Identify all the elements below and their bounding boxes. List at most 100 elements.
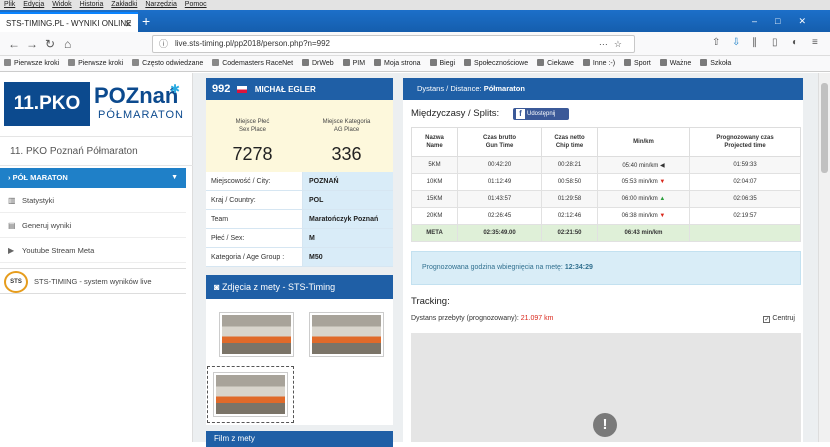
sidebar-item-youtube[interactable]: ▶ Youtube Stream Meta: [0, 239, 186, 263]
finish-row: META 02:35:49.00 02:21:50 06:43 min/km: [411, 224, 801, 242]
bookmark-item[interactable]: Często odwiedzane: [132, 56, 206, 71]
folder-icon: [700, 59, 708, 66]
menu-historia[interactable]: Historia: [80, 1, 104, 8]
splits-header-row: Nazwa Name Czas brutto Gun Time Czas netto…: [411, 127, 801, 157]
browser-tab[interactable]: STS-TIMING.PL - WYNIKI ONLINE ✕: [0, 12, 138, 32]
sidebar: 11.PKO POZnań ✱ PÓŁMARATON 11. PKO Pozna…: [0, 73, 193, 442]
bookmark-star-icon[interactable]: ⋯☆: [599, 36, 628, 52]
bib-number: 992: [212, 83, 231, 95]
tracking-title: Tracking:: [411, 296, 450, 307]
folder-icon: [624, 59, 632, 66]
predicted-finish-label: Prognozowana godzina wbiegnięcia na metę…: [422, 264, 563, 271]
col-name: Nazwa Name: [411, 127, 458, 157]
home-icon[interactable]: ⌂: [64, 36, 71, 52]
event-title: 11. PKO Poznań Półmaraton: [0, 136, 193, 166]
folder-icon: [373, 59, 381, 66]
bookmark-folder[interactable]: Społecznościowe: [464, 56, 531, 71]
menu-zakladki[interactable]: Zakładki: [111, 1, 137, 8]
scrollbar-thumb[interactable]: [821, 83, 828, 173]
menu-edycja[interactable]: Edycja: [23, 1, 44, 8]
url-bar[interactable]: ⓘ live.sts-timing.pl/pp2018/person.php?n…: [152, 35, 635, 53]
distance-run-value: 21.097 km: [520, 315, 554, 322]
sidebar-item-polmaraton[interactable]: › PÓŁ MARATON ▼: [0, 168, 186, 188]
category-place: Miejsce Kategoria AG Place 336: [300, 100, 393, 172]
bookmark-folder[interactable]: Szkoła: [700, 56, 734, 71]
reload-icon[interactable]: ↻: [45, 36, 55, 52]
facebook-share-button[interactable]: f Udostępnij: [513, 108, 569, 120]
back-icon[interactable]: ←: [8, 36, 20, 52]
menu-widok[interactable]: Widok: [52, 1, 71, 8]
finish-photo-thumbnail[interactable]: [310, 313, 383, 356]
sidebar-item-generuj[interactable]: ▤ Generuj wyniki: [0, 214, 186, 238]
bookmark-folder[interactable]: DrWeb: [301, 56, 337, 71]
close-tab-icon[interactable]: ✕: [124, 14, 132, 34]
hamburger-menu-icon[interactable]: ≡: [812, 37, 818, 48]
gear-icon: [132, 59, 140, 66]
runner-panel: 992 MICHAŁ EGLER Miejsce Płeć Sex Place 7…: [206, 78, 393, 447]
bookmark-folder[interactable]: Sport: [624, 56, 654, 71]
play-icon: ▶: [8, 246, 15, 255]
bookmark-folder[interactable]: Inne :-): [582, 56, 618, 71]
bookmark-item[interactable]: Pierwsze kroki: [68, 56, 126, 71]
chart-icon: ▥: [8, 196, 16, 205]
library-icon[interactable]: ∥: [752, 37, 757, 48]
trend-down-icon: ▼: [659, 213, 666, 219]
menu-pomoc[interactable]: Pomoc: [185, 1, 207, 8]
sex-place-label-en: Sex Place: [238, 127, 266, 133]
sidebar-item-label: PÓŁ MARATON: [12, 173, 68, 182]
warning-icon: !: [593, 413, 617, 437]
distance-label: Dystans / Distance:: [417, 84, 482, 93]
sts-timing-link[interactable]: STS STS-TIMING - system wyników live: [0, 268, 186, 294]
extension-icon[interactable]: ◐: [792, 37, 798, 48]
page-scrollbar[interactable]: [818, 73, 830, 442]
bookmark-folder[interactable]: Ważne: [659, 56, 695, 71]
window-controls[interactable]: –□✕: [752, 10, 824, 32]
folder-icon: [537, 59, 545, 66]
upload-icon[interactable]: ⇧: [712, 37, 720, 48]
poland-flag-icon: [236, 86, 247, 93]
trend-up-icon: ▲: [659, 196, 666, 202]
cat-place-label: Miejsce Kategoria: [322, 119, 371, 125]
sex-place: Miejsce Płeć Sex Place 7278: [206, 100, 299, 172]
page-content: 11.PKO POZnań ✱ PÓŁMARATON 11. PKO Pozna…: [0, 73, 830, 447]
new-tab-icon[interactable]: +: [142, 13, 150, 29]
info-row-category: Kategoria / Age Group : M50: [206, 248, 393, 267]
bookmark-folder[interactable]: PIM: [342, 56, 368, 71]
photos-header: ◙ Zdjęcia z mety - STS-Timing: [206, 275, 393, 299]
splits-table: Nazwa Name Czas brutto Gun Time Czas netto…: [411, 127, 801, 242]
site-info-icon[interactable]: ⓘ: [159, 36, 168, 52]
distance-run: Dystans przebyty (prognozowany): 21.097 …: [411, 315, 553, 322]
sidebar-item-statystyki[interactable]: ▥ Statystyki: [0, 189, 186, 213]
star-icon: ✱: [170, 82, 181, 96]
checkbox-checked-icon[interactable]: ✓: [763, 316, 771, 323]
sex-place-label: Miejsce Płeć: [235, 119, 270, 125]
col-projected: Prognozowany czas Projected time: [689, 127, 801, 157]
menu-plik[interactable]: Plik: [4, 1, 15, 8]
sts-logo-icon: STS: [4, 271, 28, 293]
menu-narzedzia[interactable]: Narzędzia: [145, 1, 177, 8]
finish-photo-thumbnail[interactable]: [207, 366, 294, 423]
col-gun-time: Czas brutto Gun Time: [457, 127, 542, 157]
tab-bar: STS-TIMING.PL - WYNIKI ONLINE ✕ + –□✕: [0, 10, 830, 32]
event-logo[interactable]: 11.PKO POZnań ✱ PÓŁMARATON: [4, 82, 184, 126]
distance-run-label: Dystans przebyty (prognozowany):: [411, 315, 519, 322]
sidebar-icon[interactable]: ▯: [772, 37, 778, 48]
bookmark-folder[interactable]: Ciekawe: [537, 56, 577, 71]
download-icon[interactable]: ⇩: [732, 37, 740, 48]
film-header: Film z mety: [206, 431, 393, 447]
share-label: Udostępnij: [527, 111, 556, 117]
dropdown-caret-icon: ▼: [171, 174, 178, 181]
results-panel: Dystans / Distance: Półmaraton Międzycza…: [403, 78, 803, 442]
center-checkbox[interactable]: ✓ Centruj: [763, 315, 795, 323]
table-row: 10KM 01:12:49 00:58:50 05:53 min/km ▼ 02:0…: [411, 173, 801, 191]
finish-photo-thumbnail[interactable]: [220, 313, 293, 356]
tracking-map[interactable]: !: [411, 333, 801, 442]
camera-icon: ◙: [214, 282, 222, 292]
bookmark-item[interactable]: Codemasters RaceNet: [212, 56, 296, 71]
runner-header: 992 MICHAŁ EGLER: [206, 78, 393, 100]
bookmark-folder[interactable]: Biegi: [429, 56, 459, 71]
bookmark-folder[interactable]: Moja strona: [373, 56, 424, 71]
forward-icon[interactable]: →: [26, 36, 38, 52]
distance-header: Dystans / Distance: Półmaraton: [403, 78, 803, 100]
bookmark-item[interactable]: Pierwsze kroki: [4, 56, 62, 71]
